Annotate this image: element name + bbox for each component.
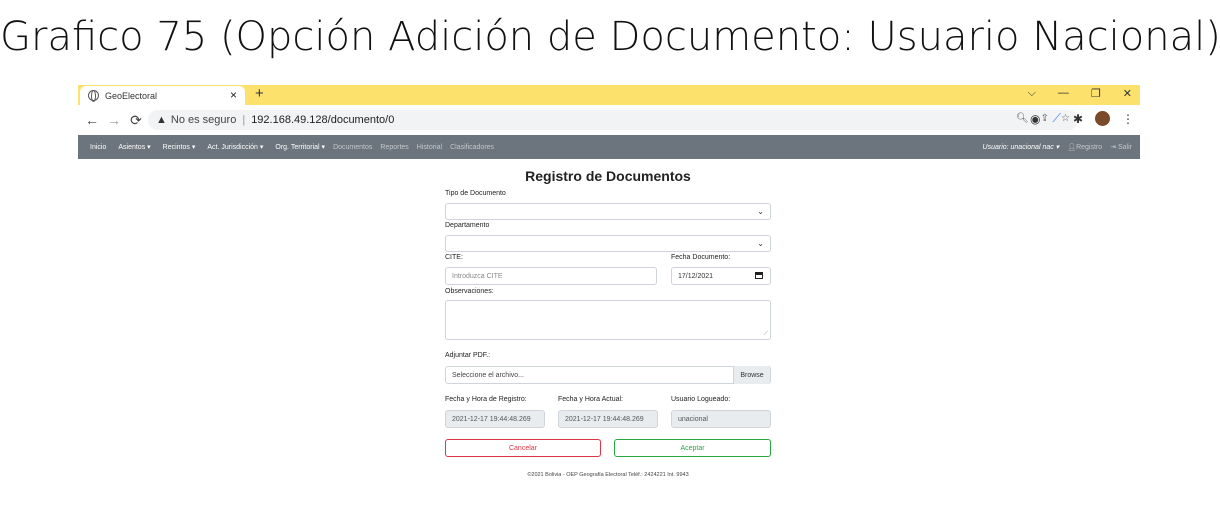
minimize-button[interactable]: — [1058, 87, 1069, 100]
tab-title: GeoElectoral [105, 90, 158, 101]
accept-button[interactable]: Aceptar [614, 439, 771, 457]
page-footer: ©2021 Bolivia - OEP Geografía Electoral … [527, 472, 689, 478]
logout-icon: ⇥ [1110, 144, 1117, 151]
cancel-button[interactable]: Cancelar [445, 439, 601, 457]
fecha-registro-label: Fecha y Hora de Registro: [445, 396, 527, 403]
tipo-documento-label: Tipo de Documento [445, 190, 506, 197]
url-text: 192.168.49.128/documento/0 [251, 114, 395, 126]
tab-search-icon[interactable]: ⌵ [1028, 87, 1036, 100]
resize-handle-icon[interactable]: ⟋ [764, 331, 768, 338]
observaciones-label: Observaciones: [445, 288, 494, 295]
nav-reportes[interactable]: Reportes [380, 144, 408, 151]
reload-icon[interactable]: ⟳ [128, 112, 144, 129]
registro-label: Registro [1076, 144, 1103, 151]
chevron-down-icon: ⌄ [757, 207, 764, 216]
salir-link[interactable]: ⇥ Salir [1110, 143, 1132, 151]
slide-title: Grafico 75 (Opción Adición de Documento:… [0, 14, 1220, 60]
form-title: Registro de Documentos [525, 168, 691, 184]
browse-button[interactable]: Browse [733, 366, 770, 384]
browser-window: GeoElectoral × + ⌵ — ❐ ✕ ← → ⟳ ▲ No es s… [78, 85, 1140, 159]
pdf-placeholder: Seleccione el archivo... [452, 371, 524, 379]
warning-icon[interactable]: ▲ [156, 114, 167, 126]
nav-recintos[interactable]: Recintos ▾ [163, 143, 196, 151]
close-window-button[interactable]: ✕ [1123, 87, 1132, 100]
salir-label: Salir [1117, 144, 1132, 151]
fecha-documento-value: 17/12/2021 [678, 272, 714, 280]
departamento-select[interactable]: ⌄ [445, 235, 771, 252]
cite-label: CITE: [445, 254, 463, 261]
profile-avatar[interactable] [1095, 111, 1110, 126]
cite-input[interactable]: Introduzca CITE [445, 267, 657, 285]
nav-clasificadores[interactable]: Clasificadores [450, 144, 494, 151]
security-label: No es seguro [170, 114, 237, 126]
navbar-right: Usuario: unacional nac ▾ 👤︎Registro ⇥ Sa… [983, 143, 1132, 151]
nav-historial[interactable]: Historial [417, 144, 442, 151]
restore-button[interactable]: ❐ [1091, 87, 1101, 100]
omnibox[interactable]: ▲ No es seguro | 192.168.49.128/document… [148, 110, 1078, 130]
fecha-documento-label: Fecha Documento: [671, 254, 731, 261]
nav-act-jurisdiccion[interactable]: Act. Jurisdicción ▾ [207, 143, 263, 151]
feather-extension-icon[interactable]: ⟋ [1053, 111, 1061, 126]
observaciones-textarea[interactable]: ⟋ [445, 300, 771, 340]
fecha-registro-field: 2021-12-17 19:44:48.269 [445, 410, 545, 428]
nav-inicio[interactable]: Inicio [90, 144, 106, 151]
nav-documentos[interactable]: Documentos [333, 144, 372, 151]
nav-asientos[interactable]: Asientos ▾ [118, 143, 150, 151]
new-tab-button[interactable]: + [255, 85, 264, 102]
kebab-menu-icon[interactable]: ⋮ [1122, 112, 1134, 126]
calendar-icon[interactable] [755, 272, 763, 279]
tab-strip: GeoElectoral × + ⌵ — ❐ ✕ [78, 85, 1140, 105]
extension-icon[interactable]: ◉ [1030, 112, 1040, 126]
pdf-file-input[interactable]: Seleccione el archivo... Browse [445, 366, 771, 384]
back-icon[interactable]: ← [84, 112, 100, 128]
tipo-documento-select[interactable]: ⌄ [445, 203, 771, 220]
user-icon: 👤︎ [1067, 144, 1077, 151]
fecha-documento-input[interactable]: 17/12/2021 [671, 267, 771, 285]
fecha-actual-field: 2021-12-17 19:44:48.269 [558, 410, 658, 428]
forward-icon[interactable]: → [106, 112, 122, 128]
chevron-down-icon: ⌄ [757, 239, 764, 248]
usuario-logueado-field: unacional [671, 410, 771, 428]
pdf-label: Adjuntar PDF.: [445, 352, 491, 359]
address-bar-row: ← → ⟳ ▲ No es seguro | 192.168.49.128/do… [78, 107, 1140, 133]
registro-link[interactable]: 👤︎Registro [1067, 143, 1102, 151]
close-tab-icon[interactable]: × [230, 88, 237, 102]
app-navbar: Inicio Asientos ▾ Recintos ▾ Act. Jurisd… [78, 135, 1140, 159]
window-controls: ⌵ — ❐ ✕ [1028, 87, 1132, 100]
nav-org-territorial[interactable]: Org. Territorial ▾ [275, 143, 325, 151]
zoom-icon[interactable]: 🔍︎ [1016, 113, 1029, 124]
globe-icon [88, 90, 99, 102]
user-dropdown[interactable]: Usuario: unacional nac ▾ [983, 143, 1060, 151]
departamento-label: Departamento [445, 222, 490, 229]
omnibox-separator: | [242, 114, 246, 126]
puzzle-extensions-icon[interactable]: ✱ [1073, 112, 1083, 126]
browser-tab[interactable]: GeoElectoral × [80, 86, 245, 105]
fecha-actual-label: Fecha y Hora Actual: [558, 396, 623, 403]
extension-icons: ◉ ⟋ ✱ ⋮ [1030, 111, 1134, 126]
usuario-logueado-label: Usuario Logueado: [671, 396, 731, 403]
